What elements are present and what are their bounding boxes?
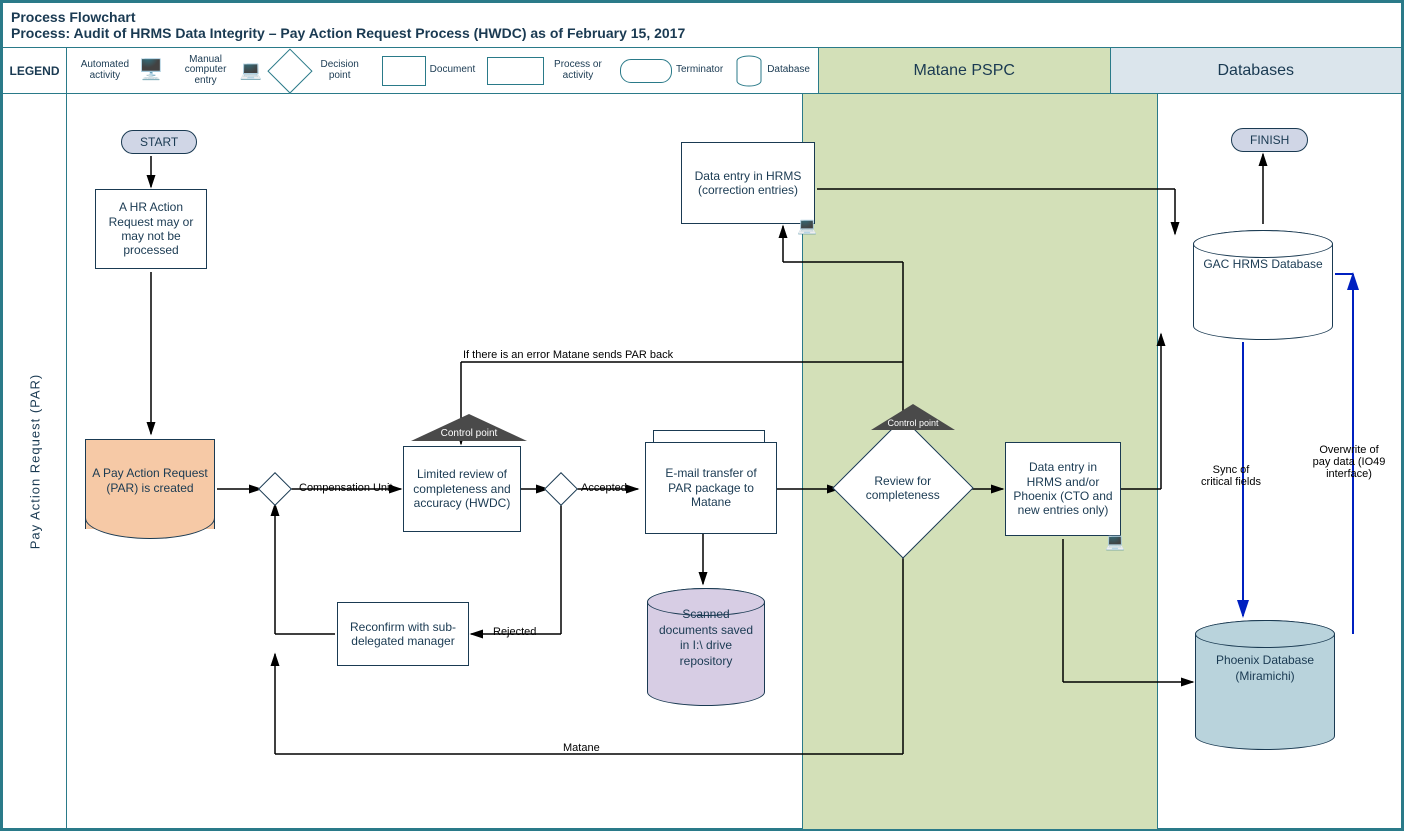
label-sync: Sync of critical fields xyxy=(1201,464,1261,488)
title-line-1: Process Flowchart xyxy=(11,9,1393,25)
monitor-icon: 💻 xyxy=(797,216,817,232)
label-accepted: Accepted xyxy=(581,482,627,494)
legend-row: LEGEND Automated activity 🖥️ Manual comp… xyxy=(3,48,1401,94)
process-icon xyxy=(487,57,544,85)
data-entry-hrms-box: Data entry in HRMS (correction entries) xyxy=(681,142,815,224)
header: Process Flowchart Process: Audit of HRMS… xyxy=(3,3,1401,48)
lane-header-matane: Matane PSPC xyxy=(819,48,1111,93)
legend-decision: Decision point xyxy=(274,55,370,87)
legend-database: Database xyxy=(735,55,810,87)
legend-label: LEGEND xyxy=(3,48,67,93)
hr-action-box: A HR Action Request may or may not be pr… xyxy=(95,189,207,269)
legend-terminator: Terminator xyxy=(620,59,723,83)
legend-items: Automated activity 🖥️ Manual computer en… xyxy=(67,48,819,93)
legend-document: Document xyxy=(382,56,476,86)
label-matane: Matane xyxy=(563,742,600,754)
document-icon xyxy=(382,56,426,86)
server-icon: 🖥️ xyxy=(139,60,164,81)
legend-automated: Automated activity 🖥️ xyxy=(75,60,164,81)
scanned-docs-db: Scanned documents saved in I:\ drive rep… xyxy=(647,588,765,706)
phoenix-database: Phoenix Database (Miramichi) xyxy=(1195,620,1335,750)
lane-header-databases: Databases xyxy=(1111,48,1402,93)
gac-hrms-database: GAC HRMS Database xyxy=(1193,230,1333,340)
canvas: Pay Action Request (PAR) xyxy=(3,94,1401,829)
par-created-doc: A Pay Action Request (PAR) is created xyxy=(85,439,215,529)
database-icon xyxy=(735,55,763,87)
flowchart-container: Process Flowchart Process: Audit of HRMS… xyxy=(0,0,1404,831)
label-overwrite: Overwrite of pay data (IO49 interface) xyxy=(1311,444,1387,480)
legend-manual: Manual computer entry 💻 xyxy=(176,55,262,87)
title-line-2: Process: Audit of HRMS Data Integrity – … xyxy=(11,25,1393,41)
reconfirm-box: Reconfirm with sub-delegated manager xyxy=(337,602,469,666)
label-comp-unit: Compensation Unit xyxy=(299,482,393,494)
terminator-icon xyxy=(620,59,672,83)
label-error-back: If there is an error Matane sends PAR ba… xyxy=(463,349,673,361)
start-terminator: START xyxy=(121,130,197,154)
monitor-icon: 💻 xyxy=(1105,532,1125,548)
email-transfer-doc: E-mail transfer of PAR package to Matane xyxy=(645,442,763,520)
label-rejected: Rejected xyxy=(493,626,536,638)
monitor-icon: 💻 xyxy=(239,61,261,80)
finish-terminator: FINISH xyxy=(1231,128,1308,152)
limited-review-box: Limited review of completeness and accur… xyxy=(403,446,521,532)
data-entry-phoenix-box: Data entry in HRMS and/or Phoenix (CTO a… xyxy=(1005,442,1121,536)
legend-process: Process or activity xyxy=(487,57,608,85)
diamond-icon xyxy=(267,48,312,93)
